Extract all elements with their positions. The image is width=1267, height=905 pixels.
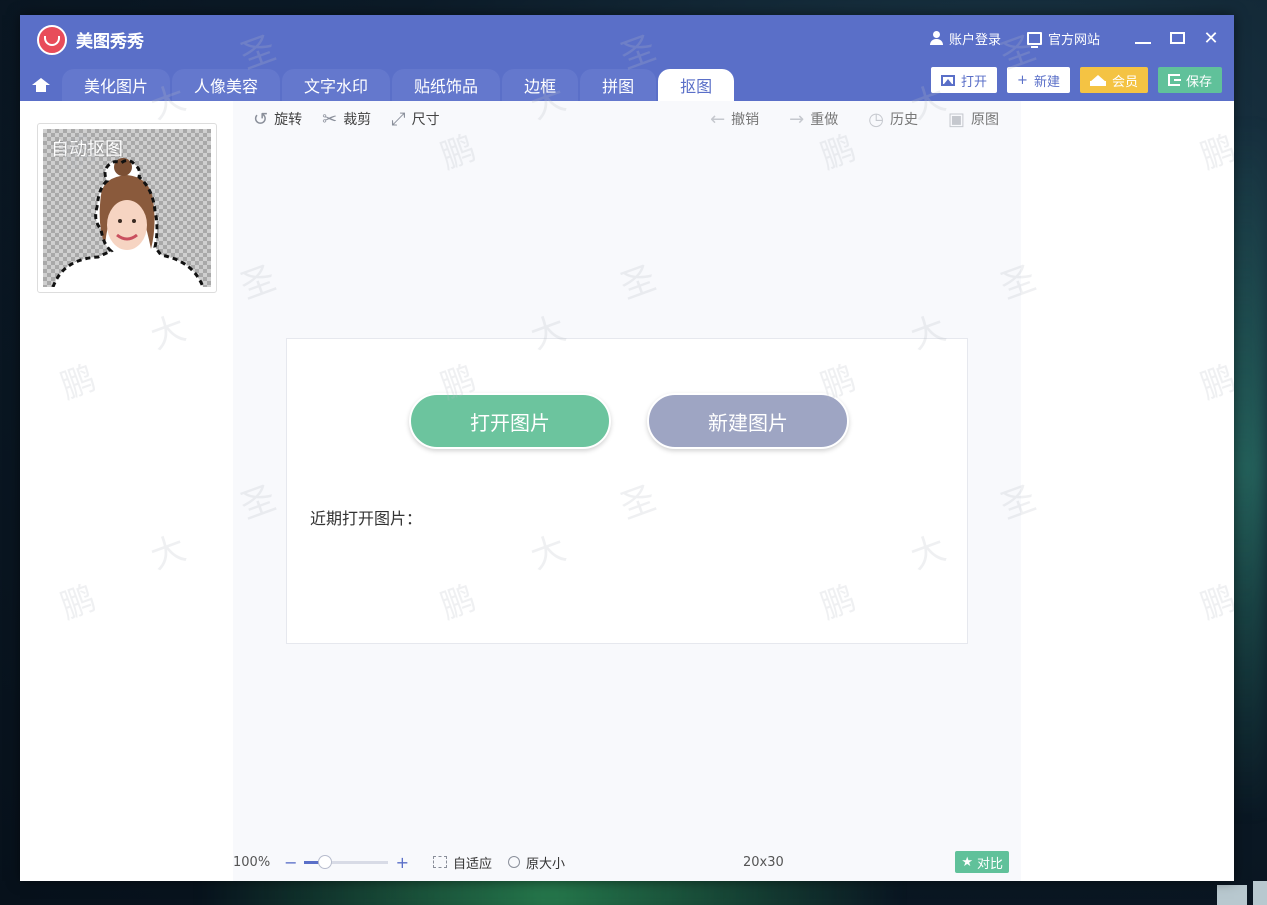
new-label: 新建 [1033,74,1060,90]
zoom-in-button[interactable]: + [396,853,409,872]
official-site-button[interactable]: 官方网站 [1026,29,1100,48]
close-button[interactable]: ✕ [1194,24,1228,52]
original-button[interactable]: ▣ 原图 [948,109,999,130]
compare-label: 对比 [976,856,1003,872]
minimize-button[interactable] [1126,24,1160,52]
app-logo-icon [37,25,67,55]
account-login-button[interactable]: 账户登录 [929,29,1001,48]
minimize-icon [1135,42,1151,44]
rotate-icon: ↺ [253,108,269,130]
undo-label: 撤销 [731,112,760,128]
crown-icon [1089,74,1106,86]
undo-arrow-icon: ← [710,108,726,130]
rotate-button[interactable]: ↺ 旋转 [253,109,302,130]
magnifier-icon [508,856,520,868]
user-icon [929,31,943,45]
save-button[interactable]: 保存 [1157,67,1222,93]
zoom-value: 100% [233,854,271,870]
auto-cutout-label: 自动抠图 [51,139,123,160]
title-bar: 美图秀秀 账户登录 官方网站 ✕ 美化图片 人像美容 文字水印 贴纸饰品 边框 [20,15,1234,101]
redo-button[interactable]: → 重做 [789,109,838,130]
zoom-slider[interactable] [303,854,388,869]
header-actions: 打开 + 新建 会员 保存 [931,67,1222,93]
fit-screen-icon [432,856,447,868]
official-site-label: 官方网站 [1047,32,1100,48]
vip-label: 会员 [1111,74,1138,90]
history-tools: ← 撤销 → 重做 ◷ 历史 ▣ 原图 [680,109,1021,130]
close-icon: ✕ [1203,27,1219,49]
account-login-label: 账户登录 [948,32,1001,48]
title-bar-right: 账户登录 官方网站 ✕ [929,23,1234,53]
scissors-icon: ✂ [322,108,338,130]
auto-cutout-card[interactable]: 自动抠图 [37,123,217,293]
redo-arrow-icon: → [789,108,805,130]
zoom-out-button[interactable]: − [284,853,297,872]
tab-cutout[interactable]: 抠图 [658,69,735,101]
plus-icon: + [1017,72,1028,88]
size-label: 尺寸 [411,112,440,128]
tab-beautify[interactable]: 美化图片 [62,69,171,101]
status-bar: 100% − + 自适应 原大小 20x30 ★ 对比 [233,843,1021,881]
auto-cutout-thumbnail: 自动抠图 [43,129,211,287]
original-size-label: 原大小 [526,856,566,872]
tab-collage[interactable]: 拼图 [580,69,657,101]
desktop-corner-shape [1207,881,1267,905]
tab-stickers[interactable]: 贴纸饰品 [392,69,501,101]
tab-frames[interactable]: 边框 [502,69,579,101]
export-icon [1167,74,1181,86]
zoom-slider-knob[interactable] [317,854,332,869]
crop-label: 裁剪 [343,112,372,128]
canvas-area: ↺ 旋转 ✂ 裁剪 ⤢ 尺寸 ← 撤销 → 重做 ◷ 历史 ▣ 原图 打开图片 … [233,101,1021,881]
tab-portrait[interactable]: 人像美容 [172,69,281,101]
compare-button[interactable]: ★ 对比 [955,851,1009,873]
app-window: 美图秀秀 账户登录 官方网站 ✕ 美化图片 人像美容 文字水印 贴纸饰品 边框 [20,15,1234,881]
main-tabs: 美化图片 人像美容 文字水印 贴纸饰品 边框 拼图 抠图 [20,65,736,101]
open-button[interactable]: 打开 [931,67,998,93]
undo-button[interactable]: ← 撤销 [710,109,759,130]
open-image-button[interactable]: 打开图片 [409,393,611,449]
window-controls: ✕ [1126,24,1228,52]
vip-button[interactable]: 会员 [1079,67,1148,93]
recent-images-label: 近期打开图片： [310,509,423,528]
crop-button[interactable]: ✂ 裁剪 [322,109,371,130]
save-label: 保存 [1185,74,1212,90]
right-panel [1021,101,1234,881]
original-label: 原图 [971,112,999,128]
redo-label: 重做 [810,112,839,128]
original-image-icon: ▣ [947,108,965,130]
fit-button[interactable]: 自适应 [432,853,492,872]
image-dimensions: 20x30 [743,854,784,870]
home-button[interactable] [20,69,62,101]
start-panel: 打开图片 新建图片 近期打开图片： [286,338,968,644]
history-button[interactable]: ◷ 历史 [868,109,918,130]
open-label: 打开 [961,74,988,90]
app-title: 美图秀秀 [76,32,144,52]
maximize-icon [1169,32,1185,44]
rotate-label: 旋转 [274,112,303,128]
tab-text-watermark[interactable]: 文字水印 [282,69,391,101]
new-button[interactable]: + 新建 [1007,67,1070,93]
resize-button[interactable]: ⤢ 尺寸 [391,109,439,130]
monitor-icon [1026,31,1042,48]
home-icon [32,78,50,92]
left-sidebar: 自动抠图 [20,101,233,881]
image-icon [941,74,956,86]
sparkle-icon: ★ [961,854,973,870]
fit-label: 自适应 [452,856,492,872]
clock-icon: ◷ [868,108,884,130]
history-label: 历史 [889,112,918,128]
original-size-button[interactable]: 原大小 [508,853,565,872]
edit-toolbar: ↺ 旋转 ✂ 裁剪 ⤢ 尺寸 ← 撤销 → 重做 ◷ 历史 ▣ 原图 [233,101,1021,137]
maximize-button[interactable] [1160,24,1194,52]
resize-icon: ⤢ [391,108,406,130]
new-image-button[interactable]: 新建图片 [647,393,849,449]
